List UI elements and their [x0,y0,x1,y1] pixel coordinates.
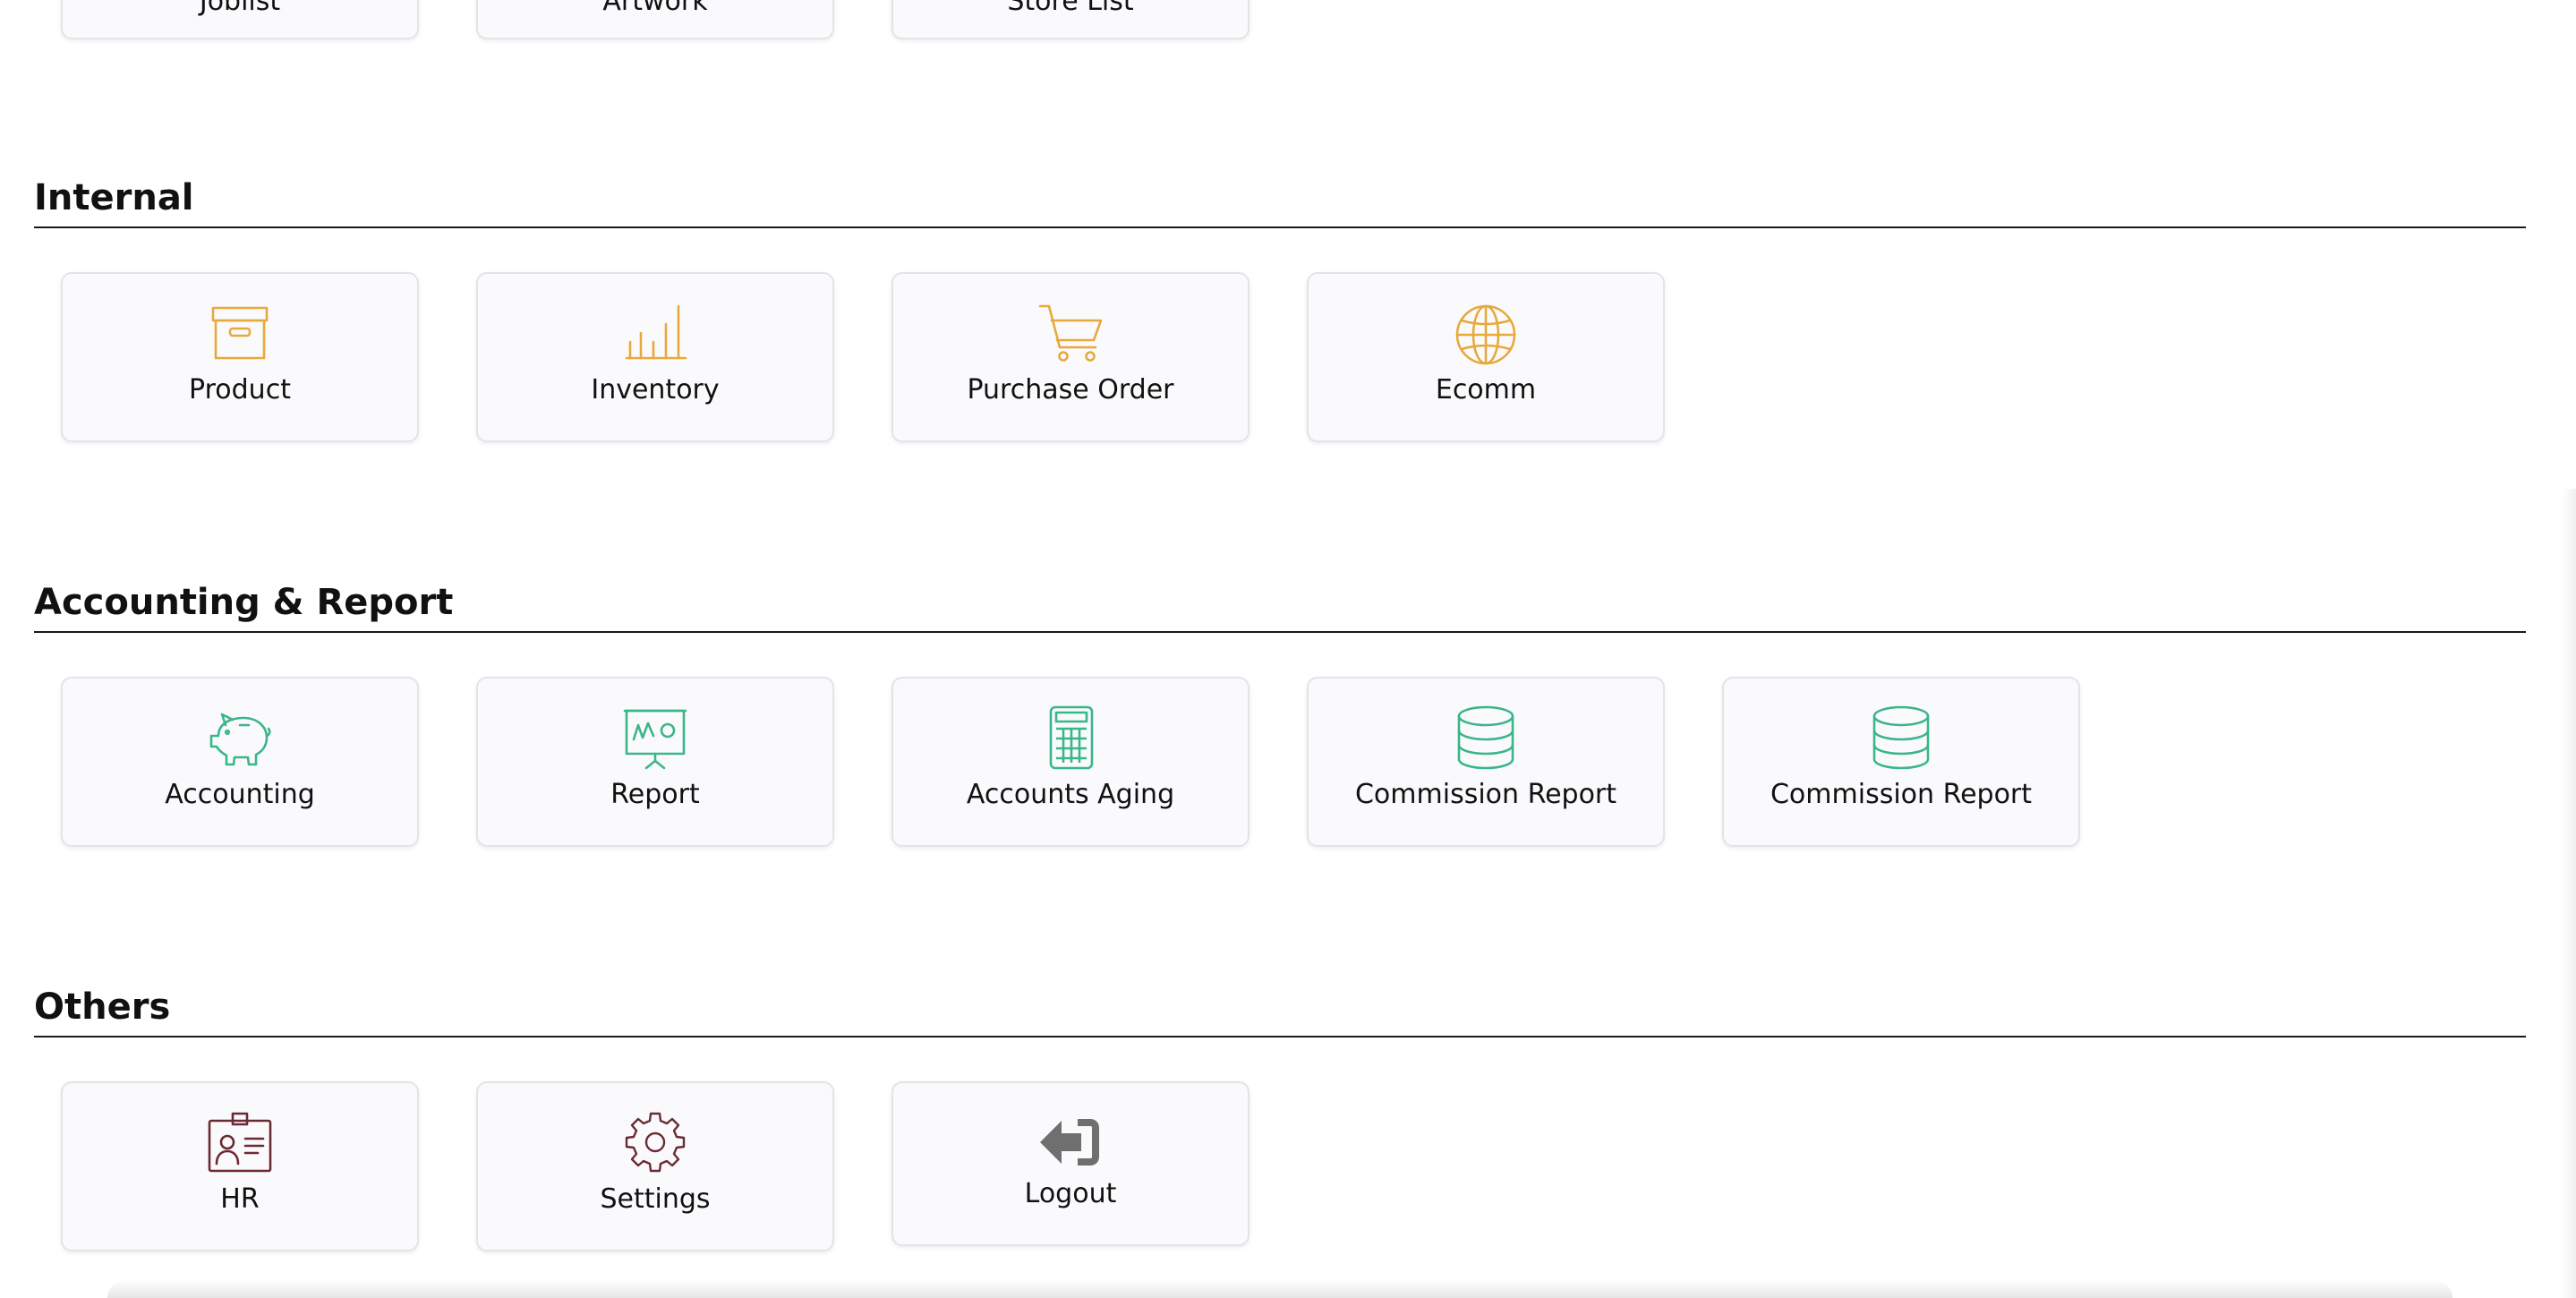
section-divider [34,226,2526,228]
coin-stack-icon [1454,705,1518,770]
tile-label: Ecomm [1435,374,1537,406]
tile-label: Artwork [602,0,708,17]
tile-logout[interactable]: Logout [891,1081,1250,1246]
archive-box-icon [208,301,272,365]
tile-joblist[interactable]: Joblist [61,0,419,39]
dashboard-page: Joblist Artwork Store List Internal Prod… [0,0,2576,1298]
tile-ecomm[interactable]: Ecomm [1307,272,1665,442]
tile-artwork[interactable]: Artwork [476,0,834,39]
shopping-cart-icon [1038,301,1103,365]
tile-commission-report-2[interactable]: Commission Report [1722,677,2080,847]
tile-accounting[interactable]: Accounting [61,677,419,847]
globe-icon [1454,301,1518,365]
tile-label: Purchase Order [967,374,1174,406]
section-divider [34,1036,2526,1038]
tile-hr[interactable]: HR [61,1081,419,1251]
tile-purchase-order[interactable]: Purchase Order [891,272,1250,442]
tile-label: Commission Report [1770,779,2033,810]
tile-accounts-aging[interactable]: Accounts Aging [891,677,1250,847]
tile-label: Settings [600,1183,711,1215]
logout-icon [1038,1110,1103,1174]
scrollbar-track[interactable] [2562,489,2576,1298]
tile-label: Accounts Aging [966,779,1175,810]
id-badge-icon [208,1110,272,1174]
section-title-accounting-report: Accounting & Report [34,582,454,623]
tile-label: Inventory [591,374,720,406]
bar-chart-icon [623,301,687,365]
tile-label: Commission Report [1354,779,1617,810]
tile-label: Report [610,779,700,810]
tile-label: Product [189,374,291,406]
calculator-icon [1038,705,1103,770]
tile-report[interactable]: Report [476,677,834,847]
section-divider [34,631,2526,633]
gear-icon [623,1110,687,1174]
tile-commission-report[interactable]: Commission Report [1307,677,1665,847]
tile-label: Store List [1007,0,1134,17]
tile-label: HR [220,1183,260,1215]
tile-label: Joblist [199,0,281,17]
tile-store-list[interactable]: Store List [891,0,1250,39]
section-title-others: Others [34,986,171,1028]
section-title-internal: Internal [34,177,194,218]
tile-settings[interactable]: Settings [476,1081,834,1251]
piggy-bank-icon [208,705,272,770]
tile-label: Accounting [165,779,315,810]
bottom-shadow [107,1280,2452,1298]
tile-label: Logout [1024,1178,1117,1209]
coin-stack-icon [1869,705,1933,770]
tile-inventory[interactable]: Inventory [476,272,834,442]
tile-product[interactable]: Product [61,272,419,442]
presentation-board-icon [623,705,687,770]
